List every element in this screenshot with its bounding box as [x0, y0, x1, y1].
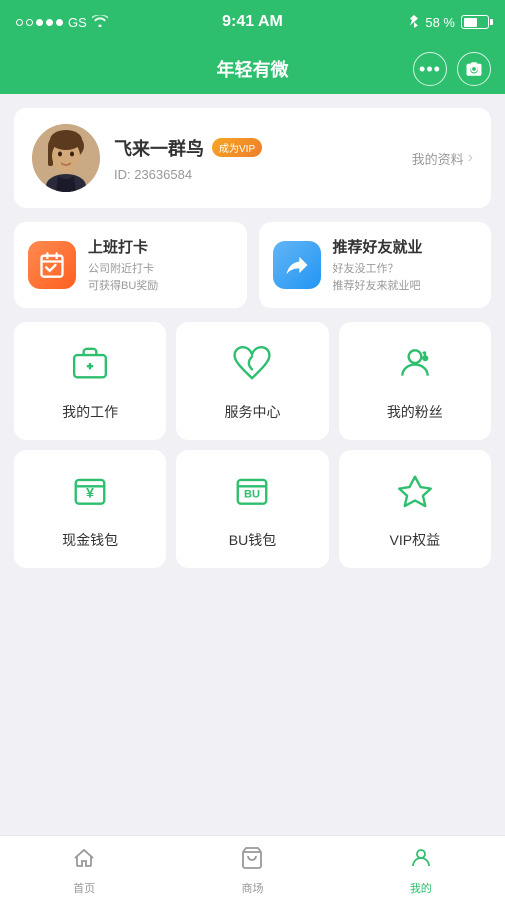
referral-title: 推荐好友就业	[333, 236, 423, 257]
more-button[interactable]: •••	[413, 52, 447, 86]
carrier-label: GS	[68, 15, 87, 30]
status-left: GS	[16, 14, 108, 30]
grid-item-service[interactable]: 服务中心	[176, 322, 328, 440]
profile-id: ID: 23636584	[114, 167, 412, 182]
mine-icon	[409, 846, 433, 876]
referral-sub: 好友没工作？ 推荐好友来就业吧	[333, 261, 423, 294]
referral-text: 推荐好友就业 好友没工作？ 推荐好友来就业吧	[333, 236, 423, 294]
dot4	[46, 19, 53, 26]
fans-icon	[396, 344, 434, 390]
my-info-button[interactable]: 我的资料 ›	[412, 149, 473, 168]
grid-item-my-work[interactable]: 我的工作	[14, 322, 166, 440]
bu-icon: BU	[233, 472, 271, 518]
service-label: 服务中心	[224, 402, 280, 422]
profile-name-row: 飞来一群鸟 成为VIP	[114, 135, 412, 161]
signal-dots	[16, 19, 63, 26]
checkin-title: 上班打卡	[88, 236, 158, 257]
chevron-right-icon: ›	[468, 149, 473, 167]
camera-button[interactable]	[457, 52, 491, 86]
home-icon	[72, 846, 96, 876]
status-right: 58 %	[409, 14, 489, 31]
grid-item-vip[interactable]: VIP权益	[339, 450, 491, 568]
avatar-image	[32, 124, 100, 192]
wifi-icon	[92, 14, 108, 30]
service-icon	[233, 344, 271, 390]
bu-label: BU钱包	[229, 530, 276, 550]
status-time: 9:41 AM	[222, 13, 283, 31]
cash-label: 现金钱包	[62, 530, 118, 550]
dot3	[36, 19, 43, 26]
checkin-sub: 公司附近打卡 可获得BU奖励	[88, 261, 158, 294]
nav-shop[interactable]: 商场	[168, 840, 336, 896]
battery-fill	[464, 18, 477, 27]
profile-name: 飞来一群鸟	[114, 135, 204, 161]
my-info-label: 我的资料	[412, 149, 464, 168]
nav-home-label: 首页	[73, 880, 95, 896]
battery-icon	[461, 15, 489, 29]
main-content: 飞来一群鸟 成为VIP ID: 23636584 我的资料 › 上班打	[0, 94, 505, 835]
vip-badge[interactable]: 成为VIP	[212, 138, 262, 157]
grid-item-cash[interactable]: ¥ 现金钱包	[14, 450, 166, 568]
cash-icon: ¥	[71, 472, 109, 518]
referral-icon-wrap	[273, 241, 321, 289]
checkin-card[interactable]: 上班打卡 公司附近打卡 可获得BU奖励	[14, 222, 247, 308]
vip-label: VIP权益	[390, 530, 441, 550]
bottom-nav: 首页 商场 我的	[0, 835, 505, 900]
profile-card: 飞来一群鸟 成为VIP ID: 23636584 我的资料 ›	[14, 108, 491, 208]
svg-text:¥: ¥	[86, 485, 94, 501]
dot5	[56, 19, 63, 26]
work-label: 我的工作	[62, 402, 118, 422]
checkin-icon-wrap	[28, 241, 76, 289]
grid-menu: 我的工作 服务中心 我的粉丝	[14, 322, 491, 568]
nav-mine-label: 我的	[410, 880, 432, 896]
vip-icon	[396, 472, 434, 518]
bluetooth-icon	[409, 14, 419, 31]
grid-item-bu[interactable]: BU BU钱包	[176, 450, 328, 568]
shop-icon	[240, 846, 264, 876]
dot1	[16, 19, 23, 26]
header-actions: •••	[413, 52, 491, 86]
nav-shop-label: 商场	[241, 880, 263, 896]
action-cards: 上班打卡 公司附近打卡 可获得BU奖励 推荐好友就业 好友没工作？ 推荐好友来就…	[14, 222, 491, 308]
nav-mine[interactable]: 我的	[337, 840, 505, 896]
svg-text:BU: BU	[244, 488, 260, 500]
status-bar: GS 9:41 AM 58 %	[0, 0, 505, 44]
referral-card[interactable]: 推荐好友就业 好友没工作？ 推荐好友来就业吧	[259, 222, 492, 308]
nav-home[interactable]: 首页	[0, 840, 168, 896]
grid-item-fans[interactable]: 我的粉丝	[339, 322, 491, 440]
battery-percent: 58 %	[425, 15, 455, 30]
checkin-text: 上班打卡 公司附近打卡 可获得BU奖励	[88, 236, 158, 294]
dot2	[26, 19, 33, 26]
header-title: 年轻有微	[217, 56, 289, 82]
fans-label: 我的粉丝	[387, 402, 443, 422]
profile-info: 飞来一群鸟 成为VIP ID: 23636584	[114, 135, 412, 182]
header: 年轻有微 •••	[0, 44, 505, 94]
avatar	[32, 124, 100, 192]
work-icon	[71, 344, 109, 390]
